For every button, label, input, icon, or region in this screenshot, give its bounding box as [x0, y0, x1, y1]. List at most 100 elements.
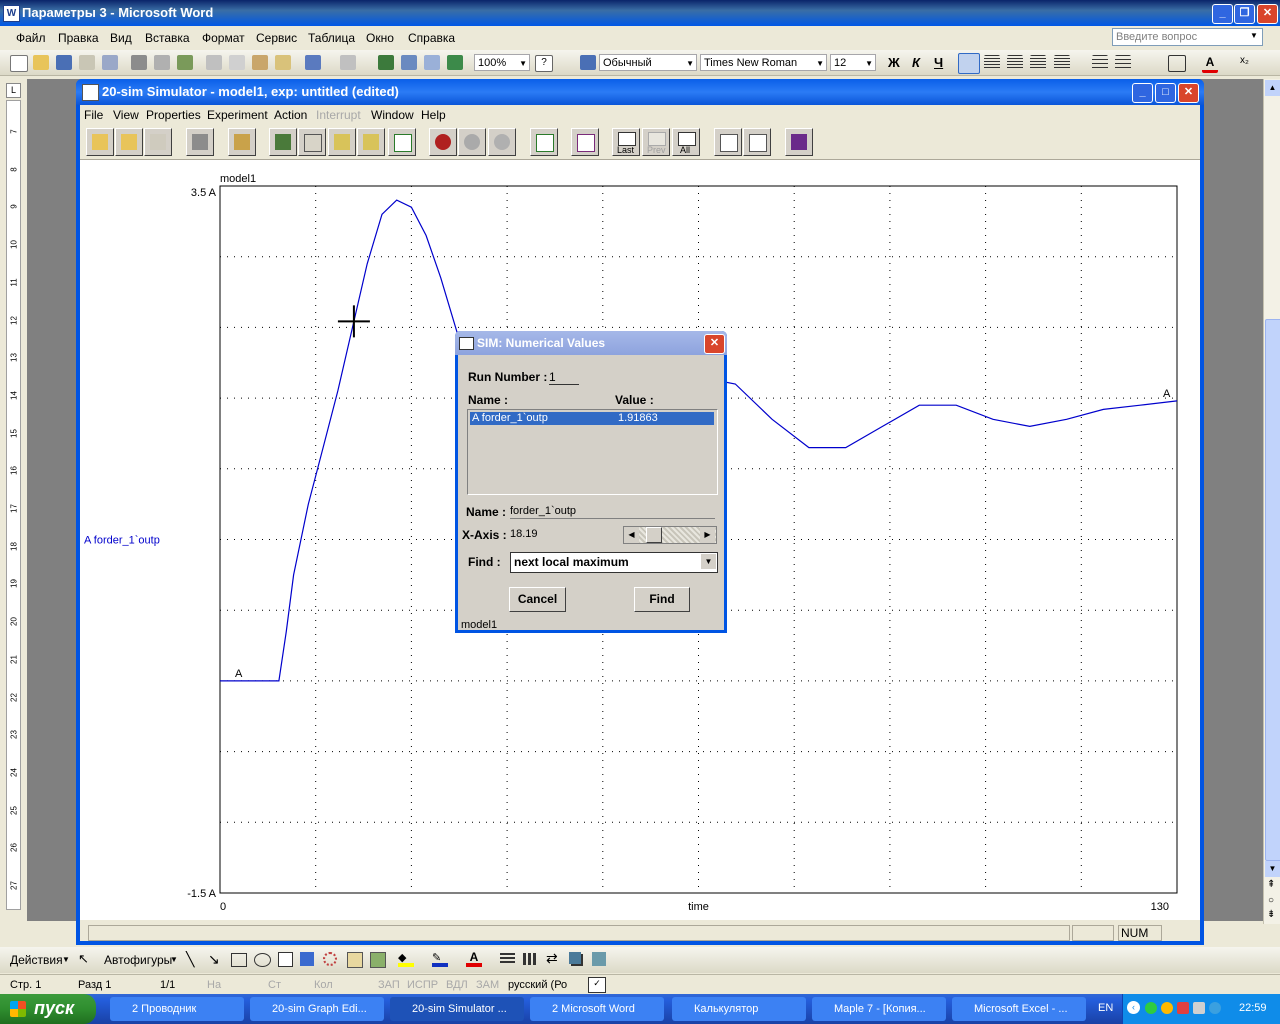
status-ext[interactable]: ВДЛ: [446, 979, 468, 991]
ask-question-input[interactable]: Введите вопрос: [1112, 28, 1263, 46]
status-rec[interactable]: ЗАП: [378, 979, 400, 991]
open-folder-button[interactable]: [86, 128, 114, 156]
shadow-style-icon[interactable]: [569, 952, 581, 964]
oval-tool-icon[interactable]: [254, 953, 271, 967]
vertical-scrollbar[interactable]: ▲ ▼ ⇞ ○ ⇟: [1263, 79, 1280, 924]
scroll-thumb[interactable]: [1265, 319, 1280, 861]
paste-icon[interactable]: [252, 55, 268, 70]
bullets-icon[interactable]: [1115, 55, 1131, 70]
italic-button[interactable]: К: [912, 55, 920, 70]
menu-tools[interactable]: Сервис: [256, 31, 297, 45]
insert-table-icon[interactable]: [424, 55, 440, 70]
tray-update-icon[interactable]: [1209, 1002, 1221, 1014]
sim-menu-help[interactable]: Help: [421, 108, 446, 122]
textbox-tool-icon[interactable]: [278, 952, 293, 967]
align-right-icon[interactable]: [1007, 55, 1023, 70]
copy-icon[interactable]: [229, 55, 245, 70]
wordart-tool-icon[interactable]: [300, 952, 314, 966]
task-graph-editor[interactable]: 20-sim Graph Edi...: [250, 997, 384, 1021]
cut-icon[interactable]: [206, 55, 222, 70]
style-select[interactable]: Обычный ▼: [599, 54, 697, 71]
justify-icon[interactable]: [1030, 55, 1046, 70]
sim-menu-file[interactable]: File: [84, 108, 103, 122]
menu-window[interactable]: Окно: [366, 31, 394, 45]
task-word[interactable]: 2 Microsoft Word: [530, 997, 664, 1021]
spelling-icon[interactable]: [177, 55, 193, 70]
scroll-down-button[interactable]: ▼: [1265, 861, 1280, 877]
slider-right-arrow-icon[interactable]: ▶: [700, 527, 715, 543]
line-spacing-icon[interactable]: [1054, 55, 1070, 70]
font-color-icon[interactable]: A: [1202, 55, 1218, 73]
find-chevron-down-icon[interactable]: ▼: [701, 554, 716, 569]
tray-volume-icon[interactable]: [1193, 1002, 1205, 1014]
language-indicator[interactable]: EN: [1098, 1002, 1113, 1014]
sim-menu-experiment[interactable]: Experiment: [207, 108, 268, 122]
print-button[interactable]: [186, 128, 214, 156]
menu-insert[interactable]: Вставка: [145, 31, 190, 45]
insert-excel-icon[interactable]: [447, 55, 463, 70]
align-center-icon[interactable]: [984, 55, 1000, 70]
open-icon[interactable]: [33, 55, 49, 70]
actions-menu[interactable]: Действия: [10, 953, 63, 967]
sim-maximize-button[interactable]: □: [1155, 83, 1176, 103]
values-list[interactable]: A forder_1`outp 1.91863: [467, 409, 718, 495]
equations-button[interactable]: [743, 128, 771, 156]
sim-menu-window[interactable]: Window: [371, 108, 414, 122]
next-page-icon[interactable]: ⇟: [1267, 909, 1275, 920]
tab-selector-icon[interactable]: L: [6, 83, 21, 98]
bold-button[interactable]: Ж: [888, 55, 900, 70]
task-explorer[interactable]: 2 Проводник: [110, 997, 244, 1021]
align-left-icon[interactable]: [958, 53, 980, 74]
redo-icon[interactable]: [340, 55, 356, 70]
new-doc-icon[interactable]: [10, 55, 28, 72]
ask-dropdown-icon[interactable]: ▼: [1250, 31, 1258, 40]
email-icon[interactable]: [102, 55, 118, 70]
vertical-ruler[interactable]: 7 8 9 10 11 12 13 14 15 16 17 18 19 20 21 22 23 24 25 26 27: [6, 100, 21, 910]
task-calculator[interactable]: Калькулятор: [672, 997, 806, 1021]
status-ovr[interactable]: ЗАМ: [476, 979, 499, 991]
font-color-drawing-icon[interactable]: A: [466, 950, 482, 967]
styles-formatting-icon[interactable]: [580, 55, 596, 70]
plot-3d-button[interactable]: [571, 128, 599, 156]
run-number-value[interactable]: 1: [549, 370, 579, 385]
spelling-status-icon[interactable]: ✓: [588, 977, 606, 993]
underline-button[interactable]: Ч: [934, 55, 943, 70]
hyperlink-icon[interactable]: [378, 55, 394, 70]
outside-border-icon[interactable]: [1168, 55, 1186, 72]
dash-style-icon[interactable]: [523, 953, 538, 965]
scroll-up-button[interactable]: ▲: [1265, 80, 1280, 96]
prev-page-icon[interactable]: ⇞: [1267, 879, 1275, 890]
help-icon[interactable]: ?: [535, 55, 553, 72]
rectangle-tool-icon[interactable]: [231, 953, 247, 967]
task-simulator[interactable]: 20-sim Simulator ...: [390, 997, 524, 1021]
find-select[interactable]: next local maximum ▼: [510, 552, 718, 573]
print-icon[interactable]: [131, 55, 147, 70]
menu-format[interactable]: Формат: [202, 31, 245, 45]
plot-layout-button[interactable]: [714, 128, 742, 156]
diagram-tool-icon[interactable]: [323, 952, 337, 966]
zoom-select[interactable]: 100% ▼: [474, 54, 530, 71]
dialog-close-button[interactable]: ✕: [704, 334, 725, 354]
list-item[interactable]: A forder_1`outp 1.91863: [470, 412, 714, 425]
picture-tool-icon[interactable]: [370, 952, 386, 968]
xaxis-slider[interactable]: ◀ ▶: [623, 526, 717, 544]
task-excel[interactable]: Microsoft Excel - ...: [952, 997, 1086, 1021]
sim-close-button[interactable]: ✕: [1178, 83, 1199, 103]
autoshapes-menu[interactable]: Автофигуры: [104, 953, 172, 967]
3d-style-icon[interactable]: [592, 952, 606, 966]
numbering-icon[interactable]: [1092, 55, 1108, 70]
run-properties-button[interactable]: [269, 128, 297, 156]
plot-properties-button[interactable]: [298, 128, 326, 156]
run-button[interactable]: [429, 128, 457, 156]
menu-table[interactable]: Таблица: [308, 31, 355, 45]
menu-view[interactable]: Вид: [110, 31, 132, 45]
close-button[interactable]: ✕: [1257, 4, 1278, 24]
save-icon[interactable]: [56, 55, 72, 70]
line-tool-icon[interactable]: ╲: [186, 951, 194, 968]
select-browse-object-icon[interactable]: ○: [1268, 895, 1274, 906]
cancel-button[interactable]: Cancel: [509, 587, 566, 612]
menu-file[interactable]: Файл: [16, 31, 46, 45]
line-style-icon[interactable]: [500, 953, 515, 965]
start-button[interactable]: пуск: [0, 994, 96, 1024]
tray-collapse-icon[interactable]: ‹: [1127, 1001, 1140, 1014]
